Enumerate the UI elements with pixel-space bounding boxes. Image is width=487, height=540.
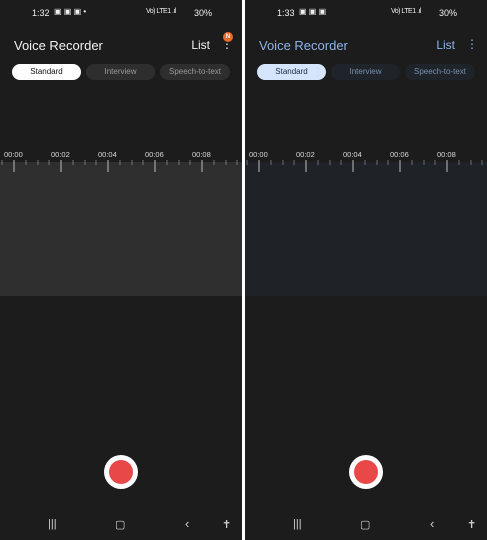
timeline-ruler [246,160,483,172]
accessibility-icon[interactable]: ✝ [467,518,476,531]
status-time: 1:32 [32,8,50,18]
list-button[interactable]: List [191,38,210,52]
timeline-label: 00:06 [145,150,164,159]
timeline-label: 00:00 [249,150,268,159]
left-screen: 1:32 ▣ ▣ ▣ • Vo) LTE1 .ıl 30% Voice Reco… [0,0,242,540]
app-title: Voice Recorder [259,38,348,53]
status-time: 1:33 [277,8,295,18]
timeline-label: 00:02 [51,150,70,159]
tab-interview[interactable]: Interview [86,64,155,80]
notification-icon: ▣ ▣ ▣ • [54,7,87,16]
navigation-bar: ||| ▢ ‹ ✝ [0,510,242,540]
more-vertical-icon[interactable]: ⋮ [466,37,478,51]
timeline-label: 00:04 [98,150,117,159]
tab-standard[interactable]: Standard [257,64,326,80]
tab-interview[interactable]: Interview [331,64,400,80]
status-bar: 1:33 ▣ ▣ ▣ Vo) LTE1 .ıl 30% [245,0,487,24]
signal-indicator: Vo) LTE1 .ıl [145,8,177,15]
notification-badge: N [223,32,233,42]
home-icon[interactable]: ▢ [360,518,370,531]
app-title: Voice Recorder [14,38,103,53]
waveform-area [245,162,487,296]
list-button[interactable]: List [436,38,455,52]
record-button[interactable] [349,455,383,489]
recents-icon[interactable]: ||| [48,518,57,530]
record-icon [354,460,378,484]
timeline-label: 00:08 [437,150,456,159]
tab-speech-to-text[interactable]: Speech-to-text [160,64,230,80]
timeline-label: 00:02 [296,150,315,159]
timeline-label: 00:00 [4,150,23,159]
back-icon[interactable]: ‹ [185,516,189,531]
battery-level: 30% [193,8,212,18]
battery-level: 30% [438,8,457,18]
back-icon[interactable]: ‹ [430,516,434,531]
timeline-label: 00:08 [192,150,211,159]
mode-tabs: Standard Interview Speech-to-text [12,64,230,81]
timeline-label: 00:04 [343,150,362,159]
mode-tabs: Standard Interview Speech-to-text [257,64,475,81]
record-button[interactable] [104,455,138,489]
record-icon [109,460,133,484]
right-screen: 1:33 ▣ ▣ ▣ Vo) LTE1 .ıl 30% Voice Record… [245,0,487,540]
waveform-area [0,162,242,296]
navigation-bar: ||| ▢ ‹ ✝ [245,510,487,540]
tab-speech-to-text[interactable]: Speech-to-text [405,64,475,80]
tab-standard[interactable]: Standard [12,64,81,80]
status-bar: 1:32 ▣ ▣ ▣ • Vo) LTE1 .ıl 30% [0,0,242,24]
accessibility-icon[interactable]: ✝ [222,518,231,531]
notification-icon: ▣ ▣ ▣ [299,7,327,16]
timeline-label: 00:06 [390,150,409,159]
signal-indicator: Vo) LTE1 .ıl [390,8,422,15]
recents-icon[interactable]: ||| [293,518,302,530]
home-icon[interactable]: ▢ [115,518,125,531]
timeline-ruler [1,160,238,172]
